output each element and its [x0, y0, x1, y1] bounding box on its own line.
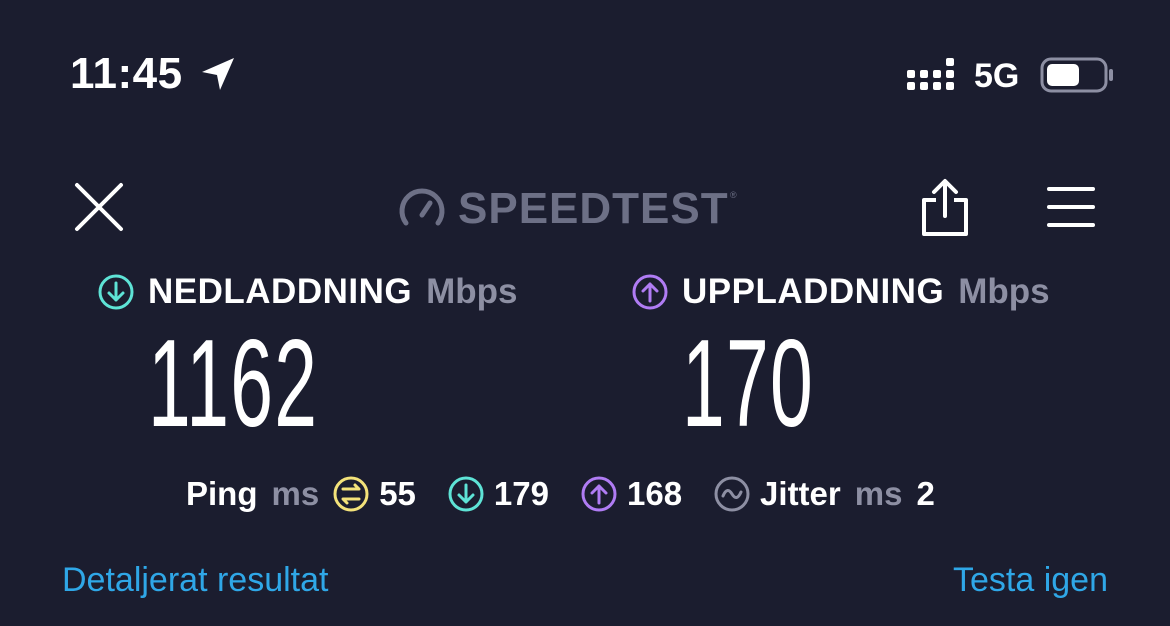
location-arrow-icon: [202, 58, 234, 90]
upload-arrow-icon: [581, 476, 617, 512]
upload-arrow-icon: [632, 274, 668, 310]
jitter-value: 2: [916, 475, 935, 512]
download-arrow-icon: [448, 476, 484, 512]
detailed-result-link[interactable]: Detaljerat resultat: [62, 560, 328, 600]
upload-label: UPPLADDNING: [682, 272, 945, 311]
speedometer-icon: [399, 188, 445, 226]
download-unit: Mbps: [426, 272, 518, 311]
ping-label: Ping: [186, 475, 258, 512]
network-type: 5G: [974, 57, 1020, 95]
close-icon[interactable]: [72, 180, 126, 234]
test-again-link[interactable]: Testa igen: [953, 560, 1108, 600]
download-value: 1162: [148, 315, 319, 453]
ping-download-value: 179: [493, 475, 549, 512]
share-icon[interactable]: [918, 178, 972, 238]
status-time: 11:45: [70, 49, 183, 98]
ping-upload-value: 168: [626, 475, 683, 512]
signal-icon: [907, 58, 954, 90]
menu-icon[interactable]: [1046, 184, 1096, 230]
upload-header: UPPLADDNING Mbps: [632, 272, 1050, 312]
upload-unit: Mbps: [958, 272, 1050, 311]
download-label: NEDLADDNING: [148, 272, 413, 311]
jitter-icon: [714, 476, 750, 512]
speedtest-logo: SPEEDTEST ®: [398, 184, 737, 233]
ping-row: Ping ms 55 179 168 Jitter ms 2: [186, 472, 935, 516]
ping-unit: ms: [271, 475, 320, 512]
battery-icon: [1040, 57, 1113, 93]
download-arrow-icon: [98, 274, 134, 310]
ping-idle-value: 55: [379, 475, 416, 512]
trademark: ®: [729, 190, 737, 200]
jitter-label: Jitter: [760, 475, 841, 512]
idle-ping-icon: [333, 476, 369, 512]
upload-value: 170: [682, 315, 814, 453]
jitter-unit: ms: [854, 475, 903, 512]
brand-name: SPEEDTEST: [458, 184, 729, 233]
download-header: NEDLADDNING Mbps: [98, 272, 518, 312]
